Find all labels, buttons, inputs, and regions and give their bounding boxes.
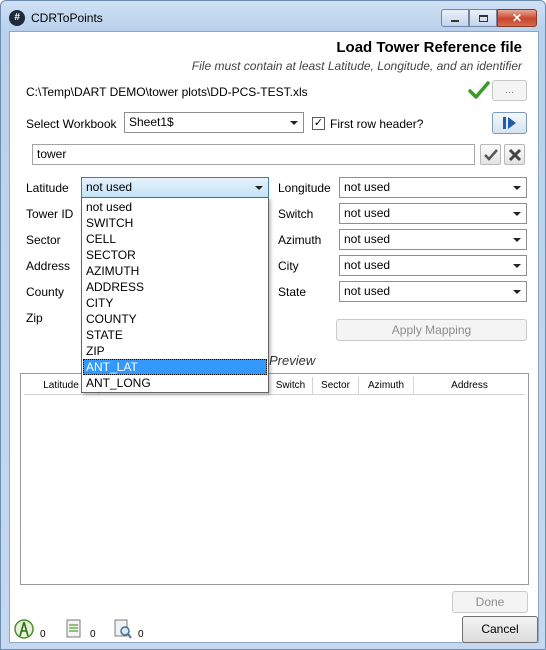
latitude-select[interactable]: not used (81, 177, 269, 198)
maximize-icon (478, 14, 488, 22)
document-icon (66, 619, 81, 638)
latitude-dropdown-list[interactable]: not used SWITCH CELL SECTOR AZIMUTH ADDR… (81, 197, 269, 393)
done-button[interactable]: Done (452, 591, 528, 613)
dropdown-option[interactable]: CELL (83, 231, 267, 247)
switch-label: Switch (278, 207, 314, 221)
dropdown-option[interactable]: STATE (83, 327, 267, 343)
identifier-input[interactable]: tower (32, 144, 475, 165)
checkmark-icon (483, 148, 498, 161)
maximize-button[interactable] (469, 9, 497, 27)
x-icon (508, 148, 521, 161)
dropdown-option[interactable]: SWITCH (83, 215, 267, 231)
search-document-count: 0 (138, 629, 144, 640)
preview-label: Preview (269, 353, 316, 368)
chevron-down-icon (255, 186, 263, 190)
dropdown-option[interactable]: not used (83, 199, 267, 215)
column-header[interactable]: Azimuth (359, 377, 414, 395)
window-title: CDRToPoints (31, 11, 103, 25)
column-header[interactable]: Sector (313, 377, 359, 395)
tower-id-label: Tower ID (26, 207, 74, 221)
county-label: County (26, 285, 65, 299)
longitude-select[interactable]: not used (339, 177, 527, 198)
state-select[interactable]: not used (339, 281, 527, 302)
workbook-select[interactable]: Sheet1$ (124, 112, 304, 133)
first-row-header-label: First row header? (330, 117, 424, 131)
latitude-select-value: not used (86, 180, 133, 194)
city-select-value: not used (344, 258, 391, 272)
dialog-subheading: File must contain at least Latitude, Lon… (191, 59, 522, 73)
dropdown-option[interactable]: ANT_LONG (83, 375, 267, 391)
app-icon: # (9, 10, 25, 26)
chevron-down-icon (513, 290, 521, 294)
browse-button[interactable]: ... (492, 80, 527, 101)
tower-icon (14, 619, 34, 639)
state-select-value: not used (344, 284, 391, 298)
close-icon: ✕ (511, 11, 523, 25)
cancel-button[interactable]: Cancel (462, 616, 538, 643)
first-row-header-checkbox[interactable]: ✓ (312, 117, 325, 130)
file-path: C:\Temp\DART DEMO\tower plots\DD-PCS-TES… (26, 85, 308, 99)
azimuth-select[interactable]: not used (339, 229, 527, 250)
confirm-button[interactable] (480, 144, 501, 165)
select-workbook-label: Select Workbook (26, 117, 117, 131)
dropdown-option[interactable]: COUNTY (83, 311, 267, 327)
dialog-heading: Load Tower Reference file (336, 39, 522, 56)
azimuth-label: Azimuth (278, 233, 322, 247)
azimuth-select-value: not used (344, 232, 391, 246)
chevron-down-icon (290, 121, 298, 125)
chevron-down-icon (513, 238, 521, 242)
search-document-icon (114, 619, 132, 639)
next-button[interactable] (492, 112, 527, 134)
app-window: # CDRToPoints ✕ Load Tower Reference fil… (0, 0, 546, 650)
switch-select[interactable]: not used (339, 203, 527, 224)
city-label: City (278, 259, 299, 273)
minimize-icon (451, 20, 459, 22)
tower-count: 0 (40, 629, 46, 640)
chevron-down-icon (513, 186, 521, 190)
latitude-label: Latitude (26, 181, 69, 195)
state-label: State (278, 285, 307, 299)
dialog-content: Load Tower Reference file File must cont… (9, 31, 539, 643)
dropdown-option[interactable]: CITY (83, 295, 267, 311)
longitude-label: Longitude (278, 181, 331, 195)
dropdown-option[interactable]: ADDRESS (83, 279, 267, 295)
dropdown-option[interactable]: AZIMUTH (83, 263, 267, 279)
close-button[interactable]: ✕ (497, 9, 537, 27)
column-header[interactable]: Address (414, 377, 525, 395)
preview-grid[interactable]: Latitude Switch Sector Azimuth Address (20, 373, 529, 585)
title-bar[interactable]: # CDRToPoints ✕ (1, 1, 545, 31)
workbook-select-value: Sheet1$ (129, 115, 174, 129)
address-label: Address (26, 259, 71, 273)
document-count: 0 (90, 629, 96, 640)
clear-button[interactable] (504, 144, 525, 165)
next-icon (503, 117, 516, 129)
minimize-button[interactable] (441, 9, 469, 27)
city-select[interactable]: not used (339, 255, 527, 276)
column-header[interactable]: Switch (269, 377, 313, 395)
chevron-down-icon (513, 212, 521, 216)
dropdown-option[interactable]: ZIP (83, 343, 267, 359)
zip-label: Zip (26, 311, 43, 325)
dropdown-option-selected[interactable]: ANT_LAT (83, 359, 267, 375)
dropdown-option[interactable]: SECTOR (83, 247, 267, 263)
apply-mapping-button[interactable]: Apply Mapping (336, 319, 527, 341)
switch-select-value: not used (344, 206, 391, 220)
chevron-down-icon (513, 264, 521, 268)
longitude-select-value: not used (344, 180, 391, 194)
file-valid-check-icon (468, 81, 490, 99)
sector-label: Sector (26, 233, 61, 247)
